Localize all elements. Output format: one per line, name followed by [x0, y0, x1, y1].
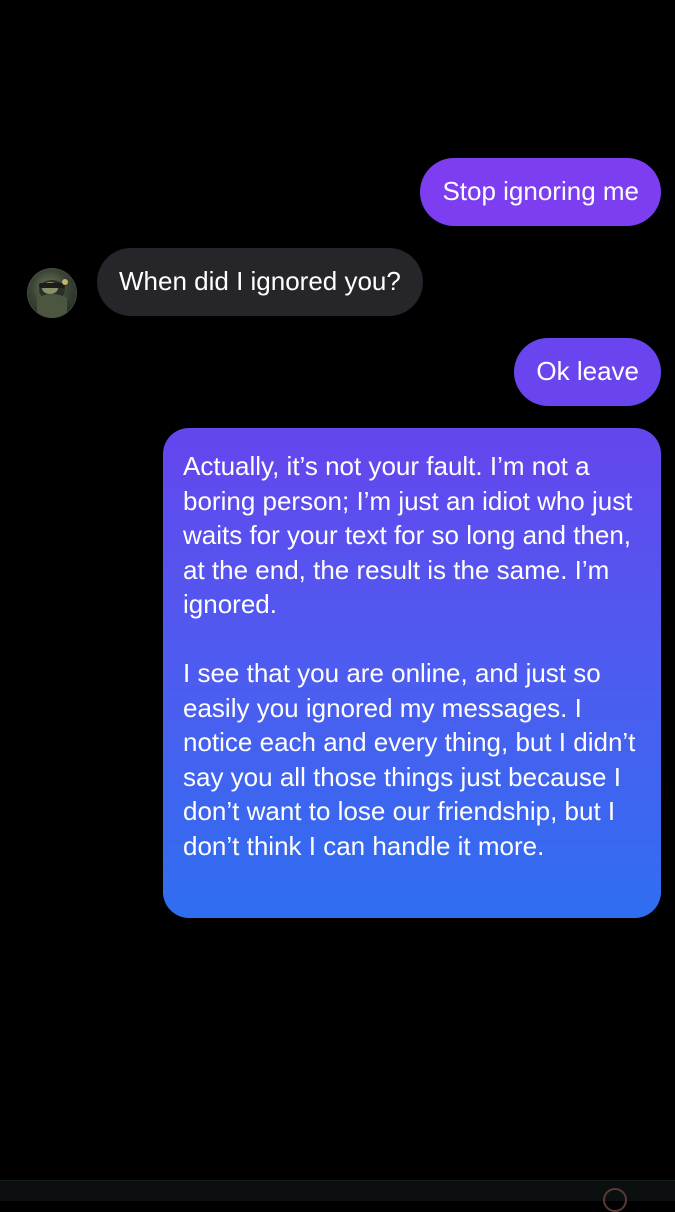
sent-message-bubble[interactable]: Ok leave: [514, 338, 661, 406]
bottom-bar: [0, 1180, 675, 1201]
avatar-image: [37, 279, 68, 318]
sent-message-bubble[interactable]: Stop ignoring me: [420, 158, 661, 226]
message-paragraph: Actually, it’s not your fault. I’m not a…: [183, 451, 633, 619]
sent-message-bubble-long[interactable]: Actually, it’s not your fault. I’m not a…: [163, 428, 661, 918]
message-paragraph: I see that you are online, and just so e…: [183, 658, 636, 861]
contact-avatar[interactable]: [27, 268, 77, 318]
chat-thread: Stop ignoring me When did I ignored you?…: [0, 0, 675, 1180]
bottom-circle-icon[interactable]: [603, 1188, 627, 1212]
received-message-bubble[interactable]: When did I ignored you?: [97, 248, 423, 316]
